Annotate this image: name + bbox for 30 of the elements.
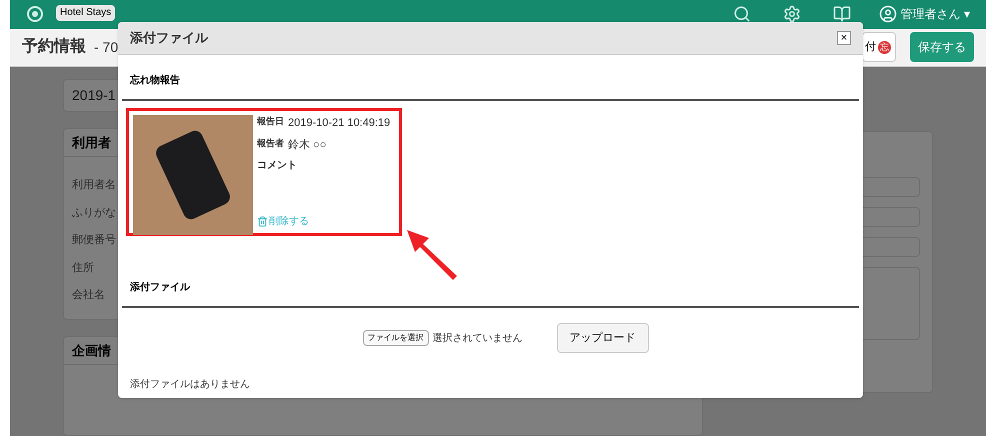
comment-label: コメント	[257, 159, 298, 173]
date-label: 報告日	[257, 115, 284, 128]
empty-message: 添付ファイルはありません	[129, 378, 251, 392]
book-icon[interactable]	[832, 5, 851, 24]
report-date: 2019-10-21 10:49:19	[288, 116, 390, 131]
page-title: 予約情報	[22, 36, 86, 58]
user-avatar-icon	[878, 5, 897, 24]
choose-file-button[interactable]: ファイルを選択	[362, 330, 428, 346]
field-label: 会社名	[72, 288, 105, 303]
reporter-label: 報告者	[257, 136, 284, 150]
hotel-select[interactable]: Hotel Stays	[56, 5, 116, 21]
reporter-name: 鈴木 ○○	[288, 138, 326, 152]
reservation-number: - 70	[94, 38, 118, 57]
section-heading: 添付ファイル	[130, 282, 190, 293]
attachment-button[interactable]: 付 忘	[862, 32, 896, 62]
field-label: 住所	[72, 260, 94, 276]
user-menu[interactable]: 管理者さん ▾	[900, 5, 970, 24]
logo-icon	[26, 5, 44, 24]
save-button[interactable]: 保存する	[910, 32, 974, 62]
close-button[interactable]: ×	[837, 31, 851, 45]
section-heading: 忘れ物報告	[130, 75, 180, 86]
trash-icon	[257, 216, 268, 227]
field-label: 郵便番号	[72, 232, 116, 248]
notice-badge: 忘	[878, 40, 891, 54]
search-icon[interactable]	[732, 5, 751, 24]
upload-button[interactable]: アップロード	[556, 323, 648, 353]
field-label: 利用者名	[72, 178, 116, 193]
field-label: ふりがな	[72, 206, 116, 220]
dialog-title: 添付ファイル	[130, 29, 208, 48]
settings-icon[interactable]	[782, 5, 801, 24]
